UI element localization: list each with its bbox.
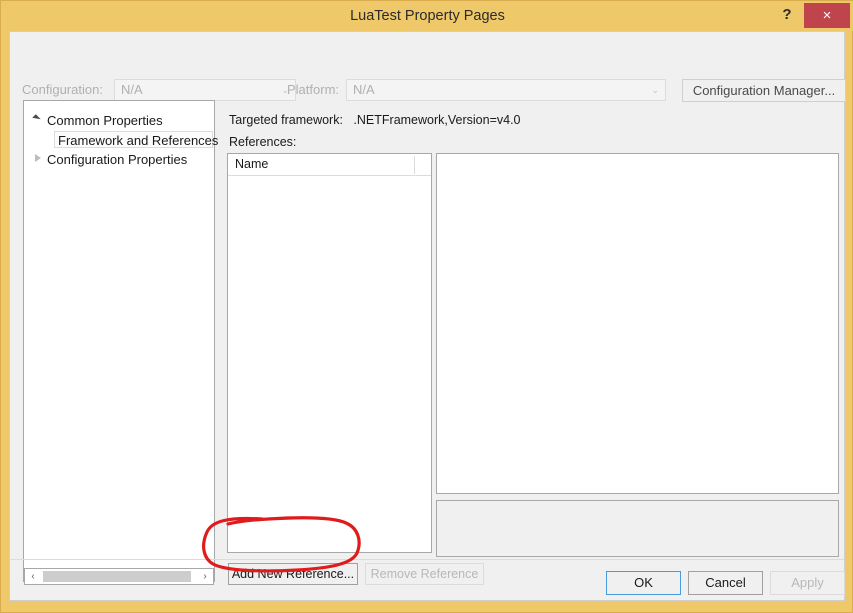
add-new-reference-button[interactable]: Add New Reference... [228, 563, 358, 585]
configuration-manager-button[interactable]: Configuration Manager... [682, 79, 846, 102]
remove-reference-button: Remove Reference [365, 563, 484, 585]
cancel-button[interactable]: Cancel [688, 571, 763, 595]
targeted-framework-value: .NETFramework,Version=v4.0 [353, 113, 521, 127]
tree-item-configuration-properties[interactable]: Configuration Properties [47, 151, 187, 168]
properties-tree-panel[interactable] [23, 100, 215, 582]
title-bar: LuaTest Property Pages ? × [1, 1, 853, 31]
scroll-left-arrow-icon[interactable]: ‹ [25, 569, 41, 584]
scroll-right-arrow-icon[interactable]: › [197, 569, 213, 584]
column-divider[interactable] [414, 156, 415, 174]
close-icon[interactable]: × [804, 3, 850, 28]
dialog-window: LuaTest Property Pages ? × Configuration… [0, 0, 853, 613]
help-icon[interactable]: ? [772, 1, 802, 29]
platform-label: Platform: [287, 82, 340, 97]
references-label: References: [229, 135, 297, 149]
targeted-framework-line: Targeted framework: .NETFramework,Versio… [229, 113, 521, 127]
platform-dropdown[interactable]: N/A ⌄ [346, 79, 666, 101]
footer-separator [10, 559, 844, 560]
scrollbar-thumb[interactable] [43, 571, 191, 582]
configuration-value: N/A [121, 82, 143, 97]
references-list-header: Name [228, 154, 431, 176]
collapsed-triangle-icon[interactable] [35, 154, 41, 162]
platform-value: N/A [353, 82, 375, 97]
dialog-client-area: Configuration: N/A ⌄ Platform: N/A ⌄ Con… [9, 31, 846, 601]
ok-button[interactable]: OK [606, 571, 681, 595]
targeted-framework-label: Targeted framework: [229, 113, 343, 127]
window-title: LuaTest Property Pages [350, 8, 505, 24]
configuration-dropdown[interactable]: N/A ⌄ [114, 79, 296, 101]
configuration-label: Configuration: [22, 82, 103, 97]
references-list[interactable]: Name [227, 153, 432, 553]
reference-description-panel [436, 500, 839, 557]
tree-horizontal-scrollbar[interactable]: ‹ › [24, 568, 214, 585]
tree-item-framework-and-references[interactable]: Framework and References [58, 132, 218, 149]
apply-button: Apply [770, 571, 845, 595]
tree-item-common-properties[interactable]: Common Properties [47, 112, 163, 129]
reference-detail-panel [436, 153, 839, 494]
column-header-name[interactable]: Name [235, 154, 268, 175]
chevron-down-icon: ⌄ [651, 85, 659, 95]
